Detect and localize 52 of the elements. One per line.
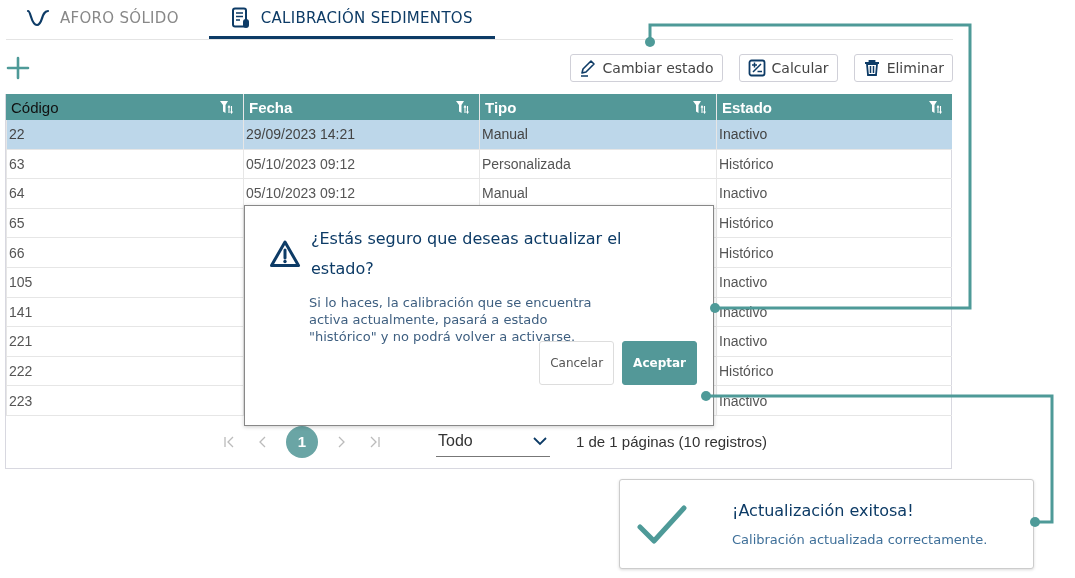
trash-icon — [862, 58, 881, 77]
wave-icon — [26, 8, 50, 28]
filter-icon[interactable] — [455, 100, 469, 114]
table-cell: 22 — [6, 120, 243, 150]
table-cell: Manual — [479, 120, 716, 150]
table-cell: 221 — [6, 327, 243, 357]
table-cell: 223 — [6, 386, 243, 416]
table-cell: 222 — [6, 356, 243, 387]
action-button[interactable]: Calcular — [738, 53, 838, 82]
first-page-icon[interactable] — [222, 434, 236, 449]
table-cell: Histórico — [716, 238, 952, 268]
table-cell: 105 — [6, 267, 243, 298]
table-cell: 64 — [6, 179, 243, 209]
warning-icon — [269, 239, 301, 269]
column-header: Fecha — [249, 98, 293, 116]
tab[interactable]: CALIBRACIÓN SEDIMENTOS — [208, 0, 495, 39]
filter-icon[interactable] — [219, 100, 233, 114]
filter-icon[interactable] — [928, 100, 942, 114]
document-icon — [230, 7, 251, 29]
table-cell: 63 — [6, 149, 243, 180]
table-cell: Inactivo — [716, 386, 952, 416]
column-header: Tipo — [485, 98, 517, 116]
page-summary: 1 de 1 páginas (10 registros) — [576, 433, 767, 451]
calculator-icon — [747, 58, 766, 77]
action-button[interactable]: Eliminar — [853, 53, 953, 82]
table-cell: 141 — [6, 297, 243, 328]
table-cell: 05/10/2023 09:12 — [243, 149, 479, 180]
table-cell: Histórico — [716, 356, 952, 387]
pencil-icon — [578, 58, 597, 77]
table-cell: Histórico — [716, 149, 952, 180]
last-page-icon[interactable] — [368, 434, 382, 449]
table-cell: 29/09/2023 14:21 — [243, 120, 479, 150]
table-cell: Histórico — [716, 208, 952, 239]
column-header: Estado — [722, 98, 772, 116]
table-cell: Inactivo — [716, 327, 952, 357]
filter-icon[interactable] — [692, 100, 706, 114]
toast-title: ¡Actualización exitosa! — [732, 501, 915, 520]
cancel-button[interactable]: Cancelar — [539, 341, 615, 385]
tab[interactable]: AFORO SÓLIDO — [26, 0, 191, 39]
table-cell: 65 — [6, 208, 243, 239]
action-button[interactable]: Cambiar estado — [569, 53, 723, 82]
chevron-down-icon — [532, 436, 548, 447]
column-header: Código — [11, 98, 59, 116]
table-cell: 66 — [6, 238, 243, 268]
add-button[interactable] — [6, 55, 30, 80]
toast-message: Calibración actualizada correctamente. — [732, 532, 988, 547]
checkmark-icon — [636, 503, 688, 545]
table-cell: Inactivo — [716, 267, 952, 298]
table-cell: Inactivo — [716, 120, 952, 150]
table-cell: Personalizada — [479, 149, 716, 180]
table-cell: Inactivo — [716, 179, 952, 209]
dialog-title: ¿Estás seguro que deseas actualizar el estado? — [311, 228, 623, 280]
